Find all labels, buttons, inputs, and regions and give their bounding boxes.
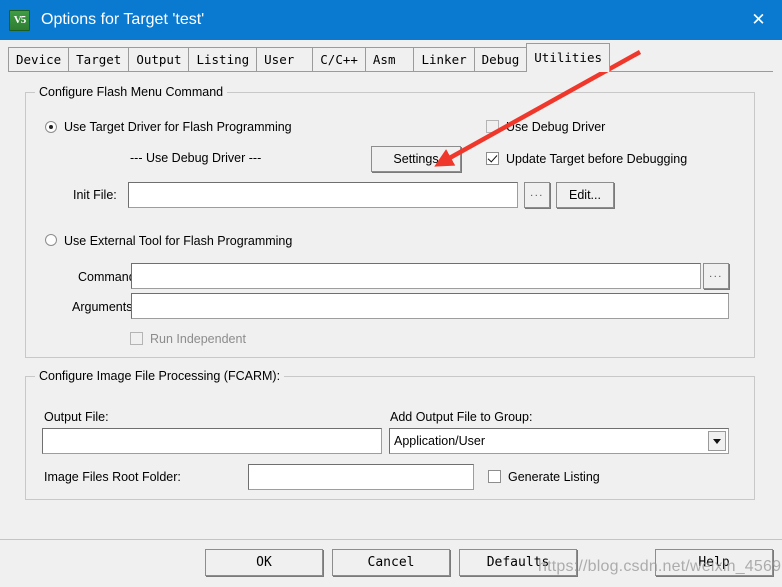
tab-output[interactable]: Output <box>128 47 190 72</box>
tab-device[interactable]: Device <box>8 47 70 72</box>
add-output-file-to-group-value: Application/User <box>394 434 486 448</box>
command-input[interactable] <box>131 263 701 289</box>
uvision-v5-icon: V5 <box>9 9 30 31</box>
window-title: Options for Target 'test' <box>41 11 205 28</box>
tab-strip: Device Target Output Listing User C/C++ … <box>8 43 611 72</box>
tab-utilities[interactable]: Utilities <box>526 43 611 72</box>
label-update-target-before-debugging: Update Target before Debugging <box>506 152 688 166</box>
init-file-edit-button[interactable]: Edit... <box>556 182 614 208</box>
label-generate-listing: Generate Listing <box>508 470 600 484</box>
footer-separator <box>0 539 782 540</box>
tab-cpp[interactable]: C/C++ <box>312 47 366 72</box>
cancel-button[interactable]: Cancel <box>332 549 450 576</box>
label-image-files-root-folder: Image Files Root Folder: <box>44 470 181 484</box>
checkbox-use-debug-driver[interactable] <box>486 120 499 133</box>
chevron-down-icon[interactable] <box>708 431 726 451</box>
label-output-file: Output File: <box>44 410 109 424</box>
tab-separator-line <box>8 71 773 72</box>
tab-listing[interactable]: Listing <box>188 47 258 72</box>
close-icon[interactable]: ✕ <box>735 0 782 40</box>
output-file-input[interactable] <box>42 428 382 454</box>
command-browse-button[interactable]: ... <box>703 263 729 289</box>
init-file-input[interactable] <box>128 182 518 208</box>
label-current-driver: --- Use Debug Driver --- <box>130 151 262 165</box>
title-bar: V5 Options for Target 'test' ✕ <box>0 0 782 40</box>
checkbox-run-independent[interactable] <box>130 332 143 345</box>
image-files-root-folder-input[interactable] <box>248 464 474 490</box>
add-output-file-to-group-select[interactable]: Application/User <box>389 428 729 454</box>
label-add-output-file-to-group: Add Output File to Group: <box>390 410 533 424</box>
label-arguments: Arguments: <box>72 300 136 314</box>
label-run-independent: Run Independent <box>150 332 246 346</box>
tab-debug[interactable]: Debug <box>473 47 528 72</box>
init-file-browse-button[interactable]: ... <box>524 182 550 208</box>
label-use-debug-driver: Use Debug Driver <box>506 120 606 134</box>
tab-linker[interactable]: Linker <box>413 47 475 72</box>
tab-target[interactable]: Target <box>68 47 130 72</box>
checkbox-generate-listing[interactable] <box>488 470 501 483</box>
tab-asm[interactable]: Asm <box>364 47 415 72</box>
label-use-target-driver: Use Target Driver for Flash Programming <box>64 120 292 134</box>
arguments-input[interactable] <box>131 293 729 319</box>
tab-user[interactable]: User <box>256 47 314 72</box>
label-init-file: Init File: <box>73 188 117 202</box>
radio-use-target-driver[interactable] <box>45 121 57 133</box>
label-command: Command: <box>78 270 140 284</box>
label-use-external-tool: Use External Tool for Flash Programming <box>64 234 293 248</box>
radio-use-external-tool[interactable] <box>45 234 57 246</box>
ok-button[interactable]: OK <box>205 549 323 576</box>
flash-group-title: Configure Flash Menu Command <box>35 85 228 99</box>
watermark-text: https://blog.csdn.net/weixin_45692323 <box>538 558 782 575</box>
settings-button[interactable]: Settings <box>371 146 461 172</box>
image-group-title: Configure Image File Processing (FCARM): <box>35 369 285 383</box>
checkbox-update-target-before-debugging[interactable] <box>486 152 499 165</box>
